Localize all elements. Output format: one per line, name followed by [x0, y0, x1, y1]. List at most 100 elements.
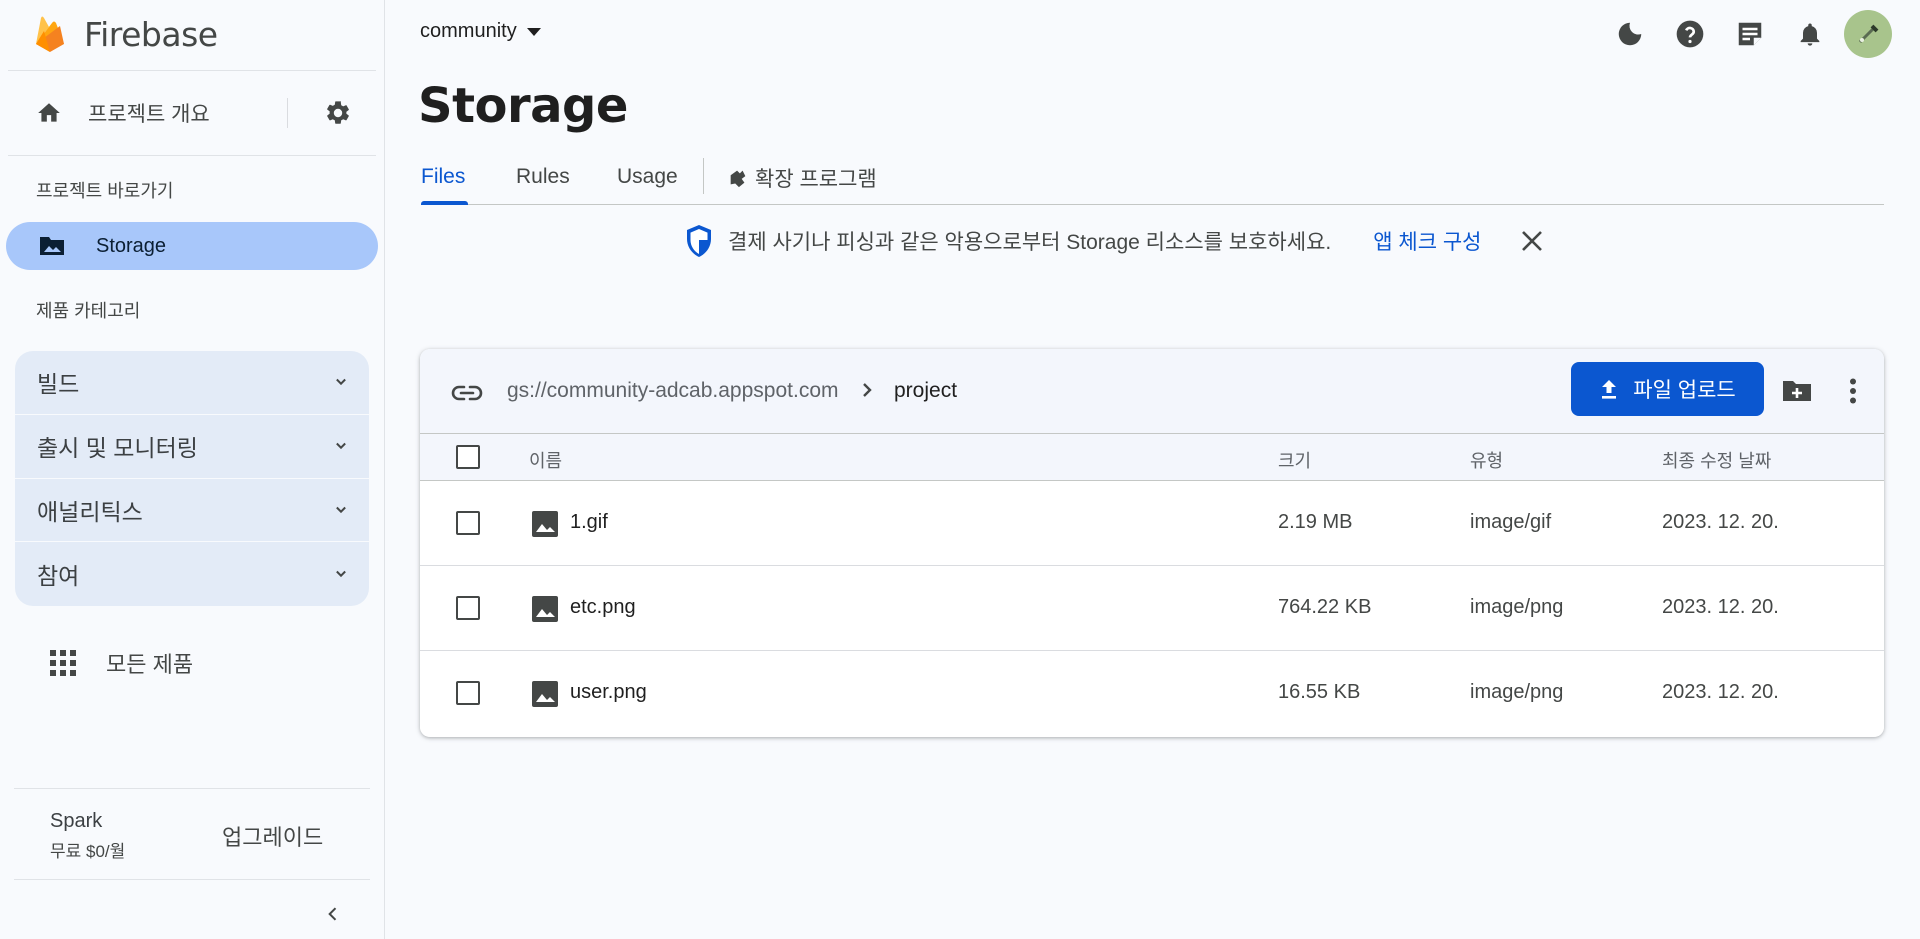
column-type[interactable]: 유형	[1470, 447, 1503, 473]
categories-heading: 제품 카테고리	[36, 301, 141, 321]
close-banner-button[interactable]	[1516, 225, 1548, 257]
gear-icon	[324, 99, 352, 127]
sidebar: Firebase 프로젝트 개요 프로젝트 바로가기 Storage 제품 카테…	[0, 0, 385, 939]
page-title: Storage	[418, 78, 628, 134]
tab-label: 확장 프로그램	[755, 168, 877, 191]
sidebar-item-label: Storage	[96, 234, 167, 257]
category-build[interactable]: 빌드	[15, 351, 369, 415]
all-products-link[interactable]: 모든 제품	[50, 648, 193, 678]
plan-name: Spark	[50, 810, 103, 832]
tab-extensions[interactable]: 확장 프로그램	[727, 163, 877, 193]
table-row[interactable]: 1.gif 2.19 MB image/gif 2023. 12. 20.	[420, 481, 1884, 566]
table-row[interactable]: etc.png 764.22 KB image/png 2023. 12. 20…	[420, 566, 1884, 651]
row-checkbox[interactable]	[456, 596, 480, 620]
project-name: community	[420, 20, 517, 42]
shield-icon	[684, 224, 714, 258]
project-overview-label: 프로젝트 개요	[88, 103, 210, 126]
category-engage[interactable]: 참여	[15, 542, 369, 606]
table-row[interactable]: user.png 16.55 KB image/png 2023. 12. 20…	[420, 651, 1884, 736]
upgrade-button[interactable]: 업그레이드	[222, 820, 323, 852]
link-icon	[451, 383, 483, 403]
file-size: 16.55 KB	[1278, 681, 1361, 703]
files-toolbar: gs://community-adcab.appspot.com project…	[420, 349, 1884, 434]
category-list: 빌드 출시 및 모니터링 애널리틱스 참여	[15, 351, 369, 606]
project-selector[interactable]: community	[420, 20, 541, 43]
upload-file-button[interactable]: 파일 업로드	[1571, 362, 1764, 416]
notes-icon	[1735, 19, 1765, 49]
create-folder-button[interactable]	[1777, 371, 1817, 411]
tab-usage[interactable]: Usage	[617, 165, 678, 189]
upload-file-label: 파일 업로드	[1633, 379, 1736, 402]
chevron-down-icon	[331, 372, 351, 392]
dark-mode-button[interactable]	[1608, 12, 1652, 56]
divider	[703, 158, 704, 194]
home-icon	[36, 100, 62, 126]
help-button[interactable]	[1668, 12, 1712, 56]
release-notes-button[interactable]	[1728, 12, 1772, 56]
bucket-path[interactable]: gs://community-adcab.appspot.com	[507, 379, 839, 403]
tab-files[interactable]: Files	[421, 165, 465, 189]
settings-button[interactable]	[322, 97, 354, 129]
active-tab-indicator	[421, 201, 468, 205]
close-icon	[1521, 230, 1543, 252]
current-folder: project	[894, 379, 958, 402]
divider	[8, 155, 376, 156]
row-checkbox[interactable]	[456, 511, 480, 535]
plan-price: 무료 $0/월	[50, 842, 126, 861]
divider	[287, 98, 288, 128]
sidebar-item-storage[interactable]: Storage	[6, 222, 378, 270]
more-options-button[interactable]	[1838, 371, 1868, 411]
photo-folder-icon	[38, 234, 66, 258]
chevron-left-icon	[323, 904, 343, 924]
image-file-icon	[531, 595, 559, 623]
extension-icon	[727, 167, 749, 189]
bell-icon	[1796, 19, 1824, 49]
file-size: 2.19 MB	[1278, 511, 1353, 533]
column-size[interactable]: 크기	[1278, 447, 1311, 473]
divider	[8, 70, 376, 71]
collapse-sidebar-button[interactable]	[318, 899, 348, 929]
brand-name: Firebase	[84, 14, 218, 54]
notifications-button[interactable]	[1788, 12, 1832, 56]
shortcuts-heading: 프로젝트 바로가기	[36, 181, 174, 201]
tab-rules[interactable]: Rules	[516, 165, 570, 189]
file-type: image/png	[1470, 596, 1564, 618]
chevron-down-icon	[331, 564, 351, 584]
file-type: image/gif	[1470, 511, 1552, 533]
firebase-flame-icon	[34, 14, 66, 54]
app-check-setup-link[interactable]: 앱 체크 구성	[1373, 226, 1481, 256]
file-name[interactable]: user.png	[570, 681, 647, 704]
create-folder-icon	[1781, 378, 1813, 404]
row-checkbox[interactable]	[456, 681, 480, 705]
file-modified: 2023. 12. 20.	[1662, 511, 1779, 533]
category-label: 출시 및 모니터링	[37, 435, 198, 462]
file-name[interactable]: etc.png	[570, 596, 636, 619]
file-modified: 2023. 12. 20.	[1662, 596, 1779, 618]
category-release-monitor[interactable]: 출시 및 모니터링	[15, 415, 369, 479]
chevron-down-icon	[331, 500, 351, 520]
image-file-icon	[531, 510, 559, 538]
files-card: gs://community-adcab.appspot.com project…	[420, 349, 1884, 737]
column-name[interactable]: 이름	[529, 447, 562, 473]
brand[interactable]: Firebase	[34, 12, 218, 56]
divider	[14, 788, 370, 789]
table-header: 이름 크기 유형 최종 수정 날짜	[420, 434, 1884, 481]
project-overview-link[interactable]: 프로젝트 개요	[36, 96, 356, 130]
chevron-down-icon	[331, 436, 351, 456]
category-label: 빌드	[37, 371, 80, 398]
file-modified: 2023. 12. 20.	[1662, 681, 1779, 703]
file-name[interactable]: 1.gif	[570, 511, 608, 534]
select-all-checkbox[interactable]	[456, 445, 480, 469]
apps-grid-icon	[50, 650, 76, 676]
category-analytics[interactable]: 애널리틱스	[15, 479, 369, 543]
copy-link-button[interactable]	[450, 376, 484, 410]
chevron-right-icon	[860, 381, 874, 399]
help-icon	[1674, 18, 1706, 50]
top-actions	[1592, 10, 1892, 58]
category-label: 애널리틱스	[37, 498, 143, 525]
column-modified[interactable]: 최종 수정 날짜	[1662, 447, 1771, 473]
avatar[interactable]	[1844, 10, 1892, 58]
caret-down-icon	[526, 27, 541, 37]
banner-text: 결제 사기나 피싱과 같은 악용으로부터 Storage 리소스를 보호하세요.	[728, 231, 1332, 254]
category-label: 참여	[37, 563, 80, 590]
